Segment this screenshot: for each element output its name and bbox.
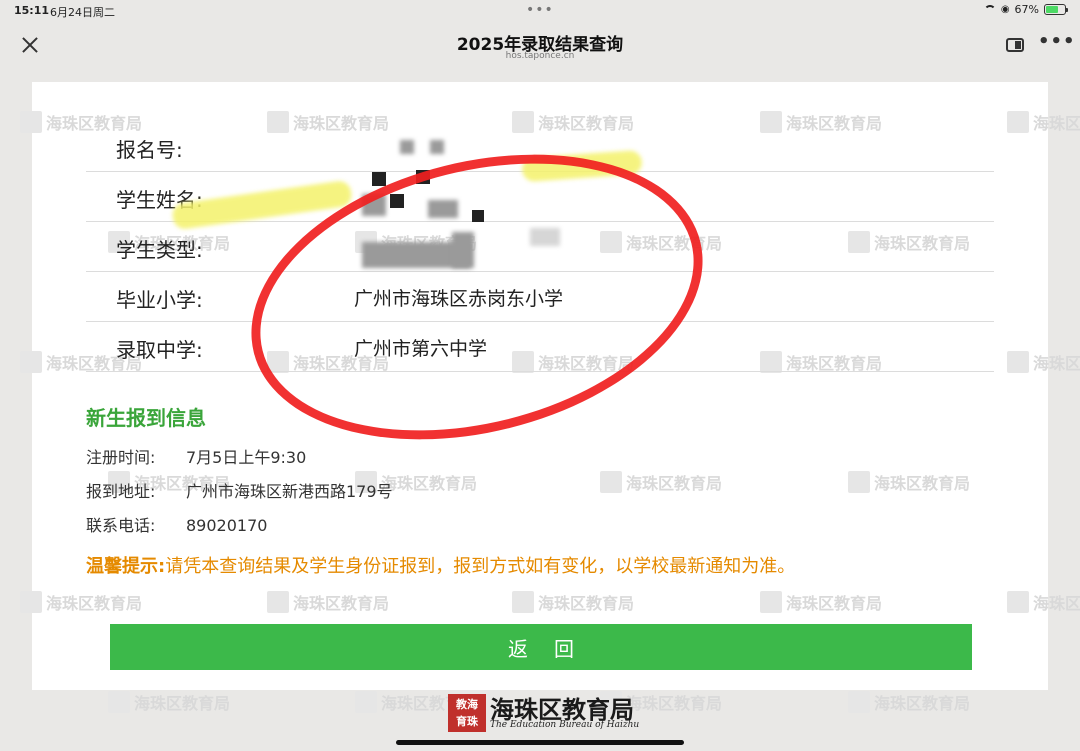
watermark: 海珠区教育局 <box>1007 590 1080 614</box>
warm-tip: 温馨提示:请凭本查询结果及学生身份证报到，报到方式如有变化，以学校最新通知为准。 <box>86 552 795 578</box>
watermark-text: 海珠区教育局 <box>874 474 971 493</box>
watermark-seal-icon <box>108 691 130 713</box>
watermark-seal-icon <box>1007 351 1029 373</box>
more-options-icon[interactable]: ••• <box>1038 31 1075 52</box>
watermark-seal-icon <box>20 351 42 373</box>
redacted-block <box>372 172 386 186</box>
watermark: 海珠区教育局 <box>600 470 722 494</box>
watermark: 海珠区教育局 <box>267 590 389 614</box>
watermark-text: 海珠区教育局 <box>1033 354 1080 373</box>
watermark-seal-icon <box>848 691 870 713</box>
watermark: 海珠区教育局 <box>848 470 970 494</box>
multitasking-dots-icon[interactable]: ••• <box>526 2 554 18</box>
row-label: 学生类型: <box>116 238 203 262</box>
screen: 15:11 6月24日周二 ••• ◉ 67% 2025年录取结果查询 hos.… <box>0 0 1080 751</box>
watermark-seal-icon <box>848 471 870 493</box>
redacted-block <box>430 140 444 154</box>
watermark-text: 海珠区教育局 <box>1033 114 1080 133</box>
wifi-icon <box>983 5 996 14</box>
watermark: 海珠区教育局 <box>512 590 634 614</box>
watermark: 海珠区教育局 <box>20 590 142 614</box>
nav-bar: 2025年录取结果查询 hos.taponce.cn ••• <box>0 22 1080 70</box>
watermark-text: 海珠区教育局 <box>786 594 883 613</box>
result-page: 海珠区教育局海珠区教育局海珠区教育局海珠区教育局海珠区教育局海珠区教育局海珠区教… <box>20 82 1080 713</box>
watermark: 海珠区教育局 <box>1007 110 1080 134</box>
row-label: 毕业小学: <box>116 288 203 312</box>
page-url: hos.taponce.cn <box>505 51 575 61</box>
detail-label: 报到地址: <box>86 482 156 501</box>
watermark-seal-icon <box>760 591 782 613</box>
detail-value: 89020170 <box>186 516 268 535</box>
status-icons: ◉ 67% <box>983 3 1068 16</box>
watermark-seal-icon <box>1007 591 1029 613</box>
watermark-text: 海珠区教育局 <box>1033 594 1080 613</box>
watermark: 海珠区教育局 <box>760 590 882 614</box>
home-indicator[interactable] <box>396 740 684 745</box>
bureau-english-name: The Education Bureau of Haizhu <box>490 720 640 730</box>
watermark-text: 海珠区教育局 <box>626 474 723 493</box>
watermark-seal-icon <box>512 591 534 613</box>
watermark-text: 海珠区教育局 <box>381 474 478 493</box>
watermark-text: 海珠区教育局 <box>134 694 231 713</box>
watermark-text: 海珠区教育局 <box>874 694 971 713</box>
tip-label: 温馨提示: <box>86 556 166 577</box>
status-time: 15:11 <box>14 4 50 17</box>
tip-text: 请凭本查询结果及学生身份证报到，报到方式如有变化，以学校最新通知为准。 <box>165 556 796 577</box>
watermark: 海珠区教育局 <box>1007 350 1080 374</box>
section-title: 新生报到信息 <box>86 406 206 430</box>
footer-logo: 教海 育珠 海珠区教育局 The Education Bureau of Haiz… <box>448 690 648 736</box>
watermark-seal-icon <box>20 111 42 133</box>
watermark-seal-icon <box>1007 111 1029 133</box>
return-button[interactable]: 返回 <box>110 624 972 670</box>
location-icon: ◉ <box>1000 4 1010 15</box>
row-label: 录取中学: <box>116 338 203 362</box>
detail-label: 注册时间: <box>86 448 156 467</box>
bureau-seal-logo: 教海 育珠 <box>448 694 486 732</box>
watermark: 海珠区教育局 <box>848 690 970 714</box>
registration-phone: 联系电话: 89020170 <box>86 512 267 536</box>
watermark: 海珠区教育局 <box>108 690 230 714</box>
row-label: 报名号: <box>116 138 183 162</box>
watermark-seal-icon <box>20 591 42 613</box>
watermark-text: 海珠区教育局 <box>46 594 143 613</box>
detail-value: 7月5日上午9:30 <box>186 448 307 467</box>
watermark-seal-icon <box>355 691 377 713</box>
redacted-block <box>400 140 414 154</box>
watermark-text: 海珠区教育局 <box>293 594 390 613</box>
registration-time: 注册时间: 7月5日上午9:30 <box>86 444 306 468</box>
minimize-window-icon[interactable] <box>1006 38 1024 52</box>
registration-address: 报到地址: 广州市海珠区新港西路179号 <box>86 478 393 502</box>
watermark-seal-icon <box>267 591 289 613</box>
status-date: 6月24日周二 <box>50 6 115 19</box>
watermark-text: 海珠区教育局 <box>538 594 635 613</box>
detail-value: 广州市海珠区新港西路179号 <box>186 482 393 501</box>
battery-percentage: 67% <box>1014 3 1039 16</box>
detail-label: 联系电话: <box>86 516 156 535</box>
battery-icon <box>1044 4 1068 15</box>
watermark-seal-icon <box>600 471 622 493</box>
status-bar: 15:11 6月24日周二 ••• ◉ 67% <box>0 0 1080 22</box>
